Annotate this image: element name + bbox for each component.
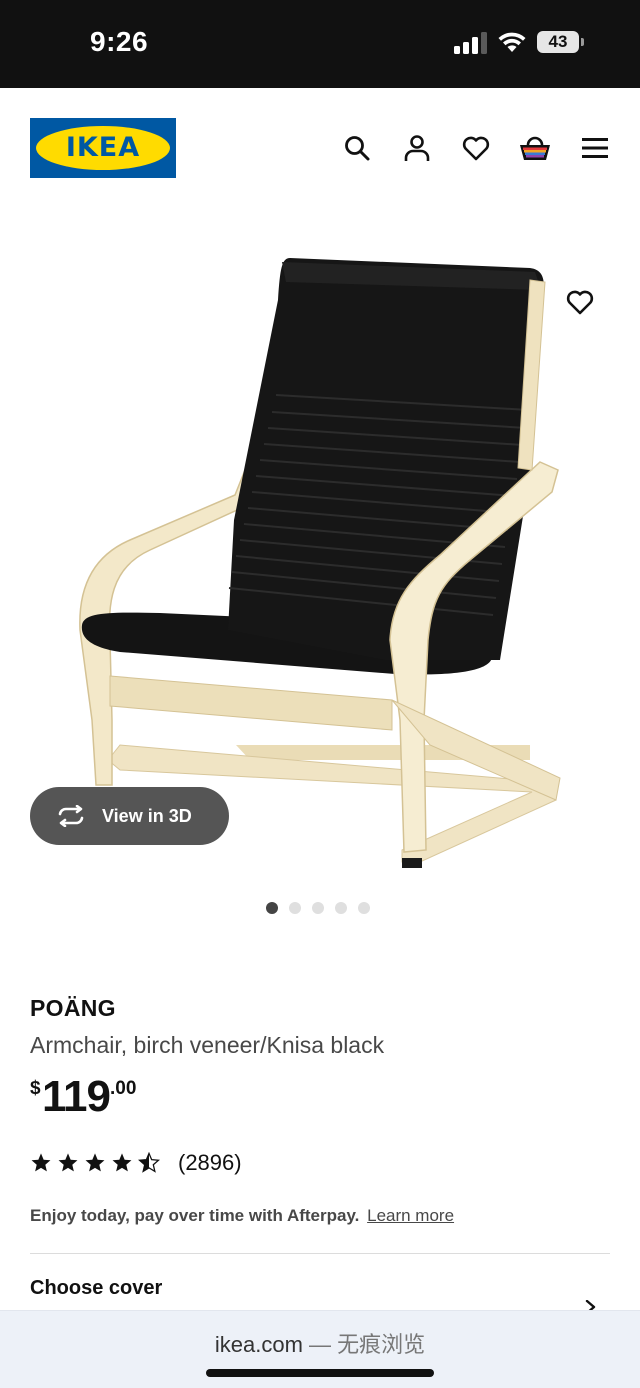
star-icon xyxy=(112,1153,132,1172)
home-indicator[interactable] xyxy=(206,1369,434,1377)
wifi-icon xyxy=(498,32,526,52)
cart-button[interactable] xyxy=(519,132,551,164)
afterpay-text: Enjoy today, pay over time with Afterpay… xyxy=(30,1206,360,1225)
afterpay-learn-more-link[interactable]: Learn more xyxy=(367,1206,454,1225)
star-icon xyxy=(31,1153,51,1172)
armchair-image xyxy=(79,258,561,868)
star-half-icon xyxy=(138,1152,160,1173)
afterpay-message: Enjoy today, pay over time with Afterpay… xyxy=(30,1206,454,1226)
product-rating[interactable]: (2896) xyxy=(30,1150,242,1176)
browser-url[interactable]: ikea.com — 无痕浏览 xyxy=(0,1327,640,1359)
carousel-dot[interactable] xyxy=(335,902,347,914)
battery-indicator: 43 xyxy=(537,31,579,53)
rotate-3d-icon xyxy=(58,805,84,827)
url-domain: ikea.com xyxy=(214,1332,303,1357)
rating-count: (2896) xyxy=(178,1150,242,1175)
price-currency: $ xyxy=(30,1078,41,1099)
cellular-signal-icon xyxy=(454,32,487,54)
carousel-dot[interactable] xyxy=(289,902,301,914)
star-icon xyxy=(85,1153,105,1172)
product-image[interactable] xyxy=(0,208,640,888)
view-in-3d-button[interactable]: View in 3D xyxy=(30,787,229,845)
shopping-bag-icon xyxy=(520,136,550,160)
browser-address-bar[interactable]: ikea.com — 无痕浏览 xyxy=(0,1310,640,1388)
status-bar: 9:26 43 xyxy=(0,0,640,88)
site-header: IKEA xyxy=(0,88,640,208)
account-icon xyxy=(404,135,430,161)
section-divider xyxy=(30,1253,610,1254)
price-integer: 119 xyxy=(42,1072,111,1121)
image-carousel-dots xyxy=(266,902,370,914)
carousel-dot[interactable] xyxy=(312,902,324,914)
view-in-3d-label: View in 3D xyxy=(102,805,192,826)
ikea-logo[interactable]: IKEA xyxy=(30,118,176,178)
status-time: 9:26 xyxy=(90,26,149,57)
logo-text: IKEA xyxy=(65,132,141,163)
product-name: POÄNG xyxy=(30,995,116,1021)
account-button[interactable] xyxy=(401,132,433,164)
battery-tip xyxy=(581,38,584,46)
price-decimal: .00 xyxy=(110,1078,137,1099)
save-to-favorites-button[interactable] xyxy=(562,284,598,320)
search-icon xyxy=(345,136,370,161)
choose-cover-label[interactable]: Choose cover xyxy=(30,1277,162,1300)
carousel-dot[interactable] xyxy=(358,902,370,914)
heart-outline-icon xyxy=(566,290,594,315)
menu-button[interactable] xyxy=(579,132,611,164)
carousel-dot[interactable] xyxy=(266,902,278,914)
heart-icon xyxy=(462,136,490,161)
menu-icon xyxy=(582,138,608,158)
private-mode-label: — 无痕浏览 xyxy=(302,1332,426,1357)
product-description: Armchair, birch veneer/Knisa black xyxy=(30,1032,385,1058)
star-icon xyxy=(58,1153,78,1172)
favorites-button[interactable] xyxy=(460,132,492,164)
search-button[interactable] xyxy=(341,132,373,164)
